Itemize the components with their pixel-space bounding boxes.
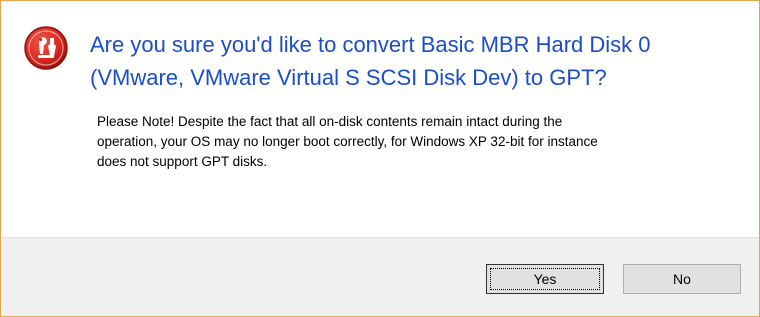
note-line-1: Please Note! Despite the fact that all o…	[97, 114, 563, 129]
dialog-heading: Are you sure you'd like to convert Basic…	[90, 28, 740, 94]
dialog-button-bar: Yes No	[1, 237, 759, 316]
dialog-content: Are you sure you'd like to convert Basic…	[1, 1, 759, 237]
app-logo-icon	[23, 25, 69, 71]
confirm-dialog: Are you sure you'd like to convert Basic…	[0, 0, 760, 317]
heading-line-2: (VMware, VMware Virtual S SCSI Disk Dev)…	[90, 65, 607, 90]
note-line-2: operation, your OS may no longer boot co…	[97, 134, 598, 149]
note-line-3: does not support GPT disks.	[97, 154, 268, 169]
yes-button[interactable]: Yes	[486, 264, 604, 294]
yes-button-label: Yes	[490, 268, 600, 290]
heading-line-1: Are you sure you'd like to convert Basic…	[90, 32, 651, 57]
no-button[interactable]: No	[623, 264, 741, 294]
dialog-note: Please Note! Despite the fact that all o…	[97, 112, 737, 172]
